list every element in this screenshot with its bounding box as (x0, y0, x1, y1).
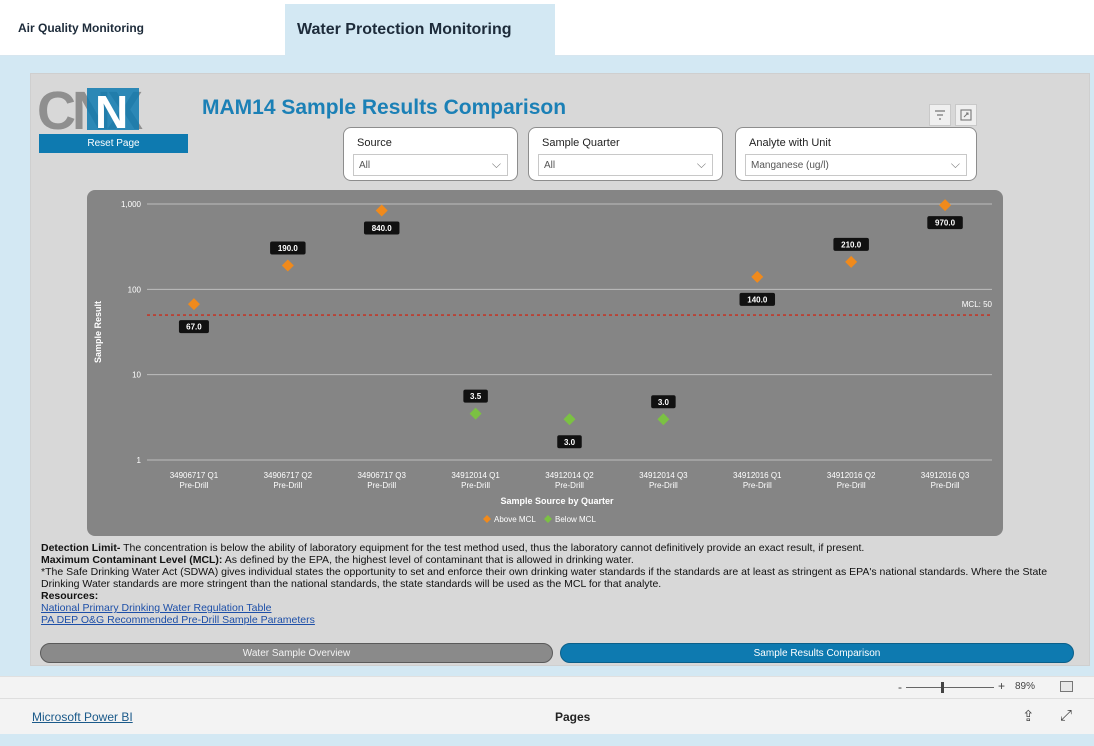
data-point (469, 407, 482, 420)
analyte-dropdown[interactable]: Manganese (ug/l) ⌵ (745, 154, 967, 176)
x-tick-sublabel: Pre-Drill (461, 481, 490, 490)
legend-marker-below (544, 515, 552, 523)
sample-quarter-dropdown[interactable]: All ⌵ (538, 154, 713, 176)
x-tick-sublabel: Pre-Drill (179, 481, 208, 490)
microsoft-power-bi-link[interactable]: Microsoft Power BI (32, 710, 133, 724)
data-point (281, 259, 294, 272)
mcl-note: Maximum Contaminant Level (MCL): As defi… (41, 554, 1081, 566)
reset-page-button[interactable]: Reset Page (39, 134, 188, 153)
fit-to-page-icon[interactable] (1060, 681, 1073, 692)
slicer-label: Source (357, 137, 392, 149)
sample-results-chart: 1 10 100 1,000 MCL: 50 Sample Result 67.0 190.0… (93, 199, 993, 524)
y-axis-title: Sample Result (93, 301, 103, 363)
mcl-title: Maximum Contaminant Level (MCL): (41, 554, 223, 566)
sdwa-note: *The Safe Drinking Water Act (SDWA) give… (41, 566, 1048, 590)
data-label: 3.0 (564, 438, 576, 447)
data-point (751, 270, 764, 283)
chevron-down-icon: ⌵ (696, 157, 706, 171)
mcl-label: MCL: 50 (962, 300, 993, 309)
chevron-down-icon: ⌵ (950, 157, 960, 171)
link-pa-dep-parameters[interactable]: PA DEP O&G Recommended Pre-Drill Sample … (41, 614, 1081, 626)
legend-label-below: Below MCL (555, 515, 596, 524)
slicer-value: All (359, 160, 371, 171)
data-point (657, 413, 670, 426)
y-tick-label: 100 (128, 285, 142, 294)
detection-limit-note: Detection Limit- The concentration is be… (41, 542, 1081, 554)
x-tick-label: 34912014 Q1 (451, 471, 500, 480)
data-label: 140.0 (747, 295, 768, 304)
water-sample-overview-button[interactable]: Water Sample Overview (40, 643, 553, 663)
focus-mode-icon[interactable] (955, 104, 977, 126)
y-tick-label: 1,000 (121, 200, 142, 209)
x-tick-sublabel: Pre-Drill (273, 481, 302, 490)
page-title: MAM14 Sample Results Comparison (202, 96, 567, 119)
x-tick-label: 34906717 Q2 (264, 471, 313, 480)
report-tab-bar: Air Quality Monitoring Water Protection … (0, 0, 1094, 56)
fullscreen-icon[interactable]: ⤢ (1060, 707, 1072, 724)
share-icon[interactable]: ⇪ (1022, 707, 1035, 725)
tab-water-protection-monitoring[interactable]: Water Protection Monitoring (285, 4, 555, 56)
legend-marker-above (483, 515, 491, 523)
detection-limit-text: The concentration is below the ability o… (120, 542, 865, 554)
sample-results-comparison-button[interactable]: Sample Results Comparison (560, 643, 1074, 663)
notes-section: Detection Limit- The concentration is be… (41, 542, 1081, 626)
filter-icon[interactable] (929, 104, 951, 126)
data-label: 3.5 (470, 392, 482, 401)
data-label: 67.0 (186, 323, 202, 332)
data-label: 190.0 (278, 244, 299, 253)
legend-label-above: Above MCL (494, 515, 536, 524)
y-tick-label: 1 (137, 456, 142, 465)
x-axis-title: Sample Source by Quarter (500, 496, 614, 506)
mcl-text: As defined by the EPA, the highest level… (222, 554, 634, 566)
x-tick-sublabel: Pre-Drill (367, 481, 396, 490)
zoom-in-button[interactable]: + (998, 679, 1005, 693)
x-tick-label: 34912014 Q2 (545, 471, 594, 480)
x-tick-label: 34906717 Q1 (170, 471, 219, 480)
slicer-value: Manganese (ug/l) (751, 160, 829, 171)
data-point (563, 413, 576, 426)
data-label: 970.0 (935, 219, 956, 228)
source-dropdown[interactable]: All ⌵ (353, 154, 508, 176)
link-drinking-water-regulation[interactable]: National Primary Drinking Water Regulati… (41, 602, 1081, 614)
detection-limit-title: Detection Limit- (41, 542, 121, 554)
x-tick-label: 34906717 Q3 (357, 471, 406, 480)
data-label: 840.0 (372, 224, 393, 233)
data-point (939, 199, 952, 212)
data-point (375, 204, 388, 217)
chevron-down-icon: ⌵ (491, 157, 501, 171)
x-tick-sublabel: Pre-Drill (743, 481, 772, 490)
svg-text:N: N (95, 86, 128, 134)
data-label: 210.0 (841, 240, 862, 249)
zoom-out-button[interactable]: - (898, 680, 902, 694)
x-tick-label: 34912014 Q3 (639, 471, 688, 480)
tab-air-quality-monitoring[interactable]: Air Quality Monitoring (0, 0, 285, 56)
zoom-slider-handle[interactable] (941, 682, 944, 693)
x-tick-label: 34912016 Q3 (921, 471, 970, 480)
data-label: 3.0 (658, 398, 670, 407)
x-tick-sublabel: Pre-Drill (931, 481, 960, 490)
slicer-label: Sample Quarter (542, 137, 620, 149)
source-slicer: Source All ⌵ (343, 127, 518, 181)
x-tick-sublabel: Pre-Drill (837, 481, 866, 490)
y-tick-label: 10 (132, 371, 141, 380)
analyte-slicer: Analyte with Unit Manganese (ug/l) ⌵ (735, 127, 977, 181)
data-point (187, 298, 200, 311)
x-tick-sublabel: Pre-Drill (555, 481, 584, 490)
resources-title: Resources: (41, 590, 99, 602)
footer-bar: Microsoft Power BI Pages ⇪ ⤢ (0, 698, 1094, 734)
slicer-value: All (544, 160, 556, 171)
sample-quarter-slicer: Sample Quarter All ⌵ (528, 127, 723, 181)
pages-navigation[interactable]: Pages (555, 710, 590, 724)
zoom-bar: - + 89% (0, 676, 1094, 698)
x-tick-label: 34912016 Q1 (733, 471, 782, 480)
data-point (845, 255, 858, 268)
zoom-slider[interactable] (906, 682, 994, 693)
slicer-label: Analyte with Unit (749, 137, 831, 149)
x-tick-label: 34912016 Q2 (827, 471, 876, 480)
cnx-logo: CNX N (37, 84, 147, 134)
zoom-level: 89% (1015, 681, 1036, 692)
x-tick-sublabel: Pre-Drill (649, 481, 678, 490)
